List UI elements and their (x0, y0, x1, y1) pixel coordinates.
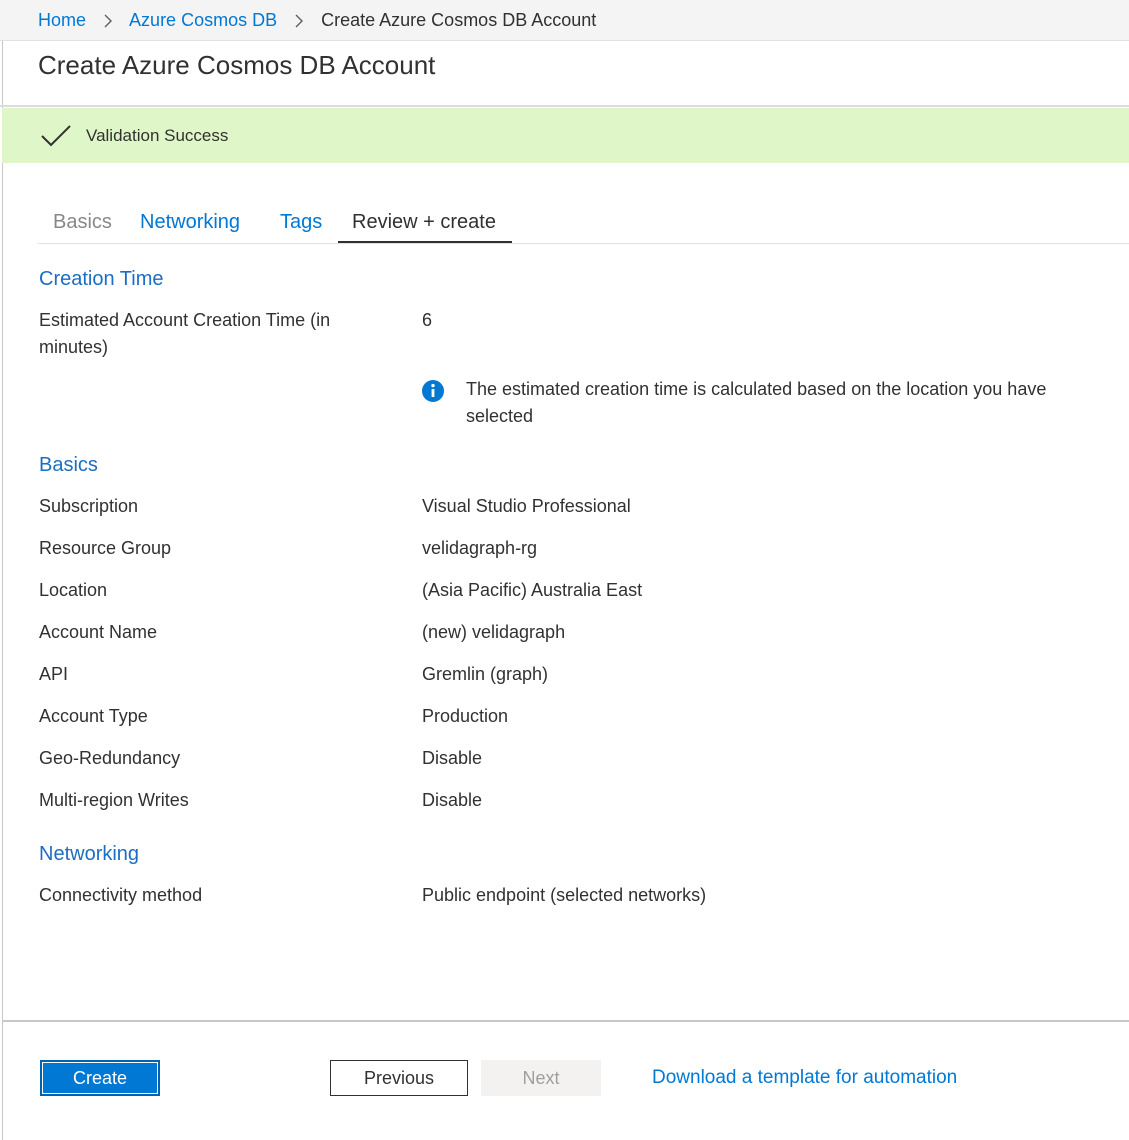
field-label-geo-redundancy: Geo-Redundancy (39, 748, 181, 768)
tab-review-create[interactable]: Review + create (352, 210, 496, 234)
breadcrumb-current: Create Azure Cosmos DB Account (321, 10, 597, 30)
download-template-link[interactable]: Download a template for automation (652, 1066, 957, 1090)
field-value-connectivity-method: Public endpoint (selected networks) (422, 885, 707, 905)
page-title: Create Azure Cosmos DB Account (38, 50, 436, 80)
breadcrumb-azure-cosmos-db[interactable]: Azure Cosmos DB (129, 10, 277, 30)
page: Home Azure Cosmos DB Create Azure Cosmos… (0, 0, 1129, 1140)
tab-divider (38, 243, 1129, 244)
footer-divider (2, 1020, 1129, 1022)
section-heading-creation-time: Creation Time (39, 268, 164, 290)
field-label-resource-group: Resource Group (39, 538, 172, 558)
info-text: The estimated creation time is calculate… (466, 379, 1047, 426)
field-label-connectivity-method: Connectivity method (39, 885, 203, 905)
checkmark-icon (40, 123, 72, 154)
field-value-location: (Asia Pacific) Australia East (422, 580, 643, 600)
field-label-account-name: Account Name (39, 622, 158, 642)
tab-networking[interactable]: Networking (140, 210, 240, 234)
field-label-multi-region-writes: Multi-region Writes (39, 790, 189, 810)
field-value-api: Gremlin (graph) (422, 664, 549, 684)
info-icon (420, 378, 446, 409)
field-label-estimated-creation-time: Estimated Account Creation Time (in minu… (39, 310, 331, 357)
field-label-subscription: Subscription (39, 496, 139, 516)
chevron-right-icon (294, 9, 304, 28)
title-divider (0, 105, 1129, 107)
section-heading-basics: Basics (39, 454, 98, 476)
validation-banner: Validation Success (2, 108, 1129, 163)
validation-message: Validation Success (86, 126, 229, 145)
tab-bar: Basics Networking Tags Review + create (38, 200, 1129, 244)
field-value-multi-region-writes: Disable (422, 790, 483, 810)
field-value-account-type: Production (422, 706, 509, 726)
field-value-account-name: (new) velidagraph (422, 622, 566, 642)
breadcrumb: Home Azure Cosmos DB Create Azure Cosmos… (38, 9, 596, 31)
field-label-location: Location (39, 580, 108, 600)
field-label-account-type: Account Type (39, 706, 148, 726)
breadcrumb-bar: Home Azure Cosmos DB Create Azure Cosmos… (0, 0, 1129, 41)
field-value-subscription: Visual Studio Professional (422, 496, 631, 516)
breadcrumb-home[interactable]: Home (38, 10, 86, 30)
section-heading-networking: Networking (39, 843, 140, 865)
tab-basics[interactable]: Basics (53, 210, 112, 234)
field-value-geo-redundancy: Disable (422, 748, 483, 768)
tab-tags[interactable]: Tags (280, 210, 322, 234)
create-button[interactable]: Create (40, 1060, 160, 1096)
field-value-estimated-creation-time: 6 (422, 310, 433, 330)
chevron-right-icon (103, 9, 113, 28)
field-label-api: API (39, 664, 69, 684)
previous-button[interactable]: Previous (330, 1060, 468, 1096)
next-button[interactable]: Next (481, 1060, 601, 1096)
field-value-resource-group: velidagraph-rg (422, 538, 538, 558)
